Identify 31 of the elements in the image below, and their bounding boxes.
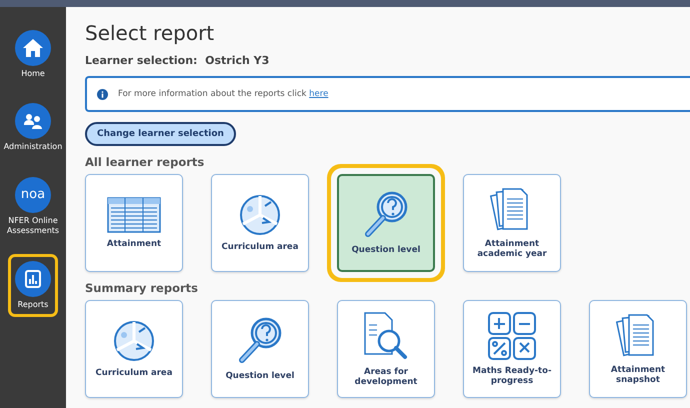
table-icon: [107, 196, 161, 233]
report-card[interactable]: Maths Ready-to-progress: [463, 300, 561, 398]
report-card[interactable]: Areas for development: [337, 300, 435, 398]
maths-symbols-icon: [488, 312, 536, 360]
pie-chart-icon: [239, 194, 281, 236]
pie-chart-icon: [113, 320, 155, 362]
sidebar-item[interactable]: Reports: [8, 254, 58, 317]
report-card[interactable]: Question level: [211, 300, 309, 398]
sidebar-item[interactable]: noa NFER Online Assessments: [0, 170, 66, 244]
sidebar-item[interactable]: Administration: [0, 96, 66, 160]
report-card[interactable]: Attainment snapshot: [589, 300, 687, 398]
logo-text: noa: [20, 187, 46, 202]
section-heading: Summary reports: [85, 281, 199, 295]
sidebar-item[interactable]: Home: [0, 23, 66, 86]
section-heading: All learner reports: [85, 155, 206, 169]
info-icon: [97, 88, 108, 100]
people-icon: [23, 113, 43, 130]
report-card[interactable]: Attainment academic year: [463, 174, 561, 272]
magnifier-icon: [238, 316, 282, 365]
report-card[interactable]: Attainment: [85, 174, 183, 272]
here-link[interactable]: here: [309, 89, 328, 99]
magnifier-icon: [364, 190, 408, 239]
home-icon: [22, 38, 44, 58]
chart-icon: [25, 270, 41, 288]
report-card[interactable]: Curriculum area: [211, 174, 309, 272]
change-learner-button[interactable]: Change learner selection: [85, 122, 236, 146]
info-text: For more information about the reports click here: [118, 89, 328, 99]
report-card[interactable]: Curriculum area: [85, 300, 183, 398]
document-magnifier-icon: [363, 310, 409, 361]
page-title: Select report: [85, 21, 216, 45]
learner-selection: Learner selection: Ostrich Y3: [85, 54, 270, 67]
